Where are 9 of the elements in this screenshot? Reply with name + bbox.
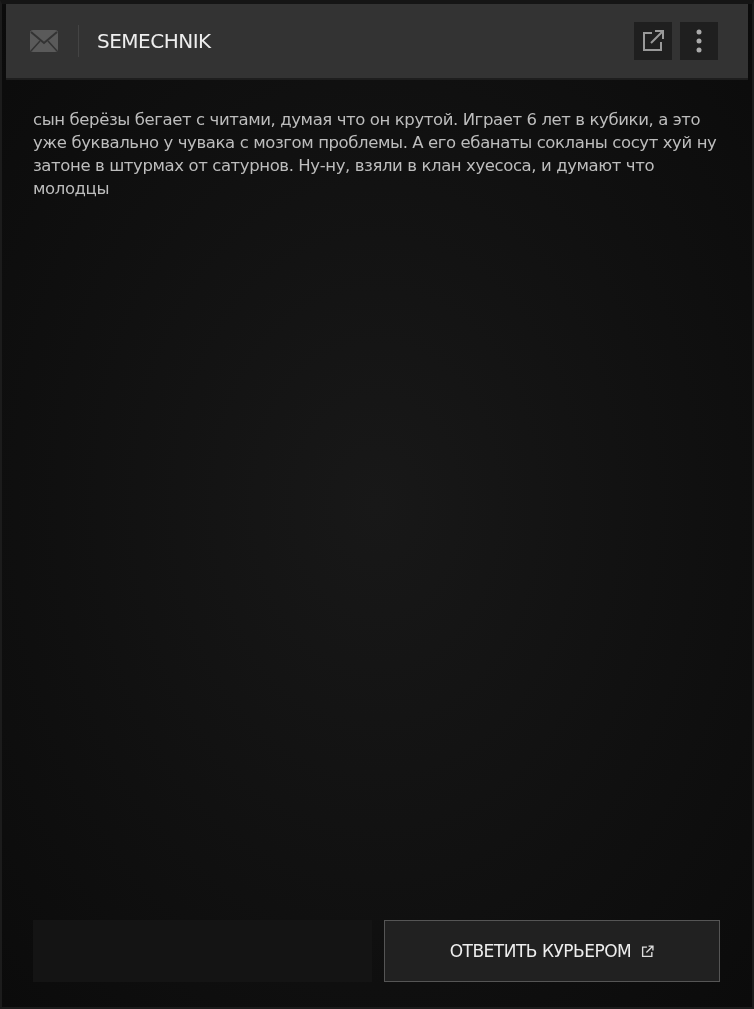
sender-name: SEMECHNIK xyxy=(97,29,212,53)
message-text: сын берёзы бегает с читами, думая что он крутой. Играет 6 лет в кубики, а это уже буквально у чувака с мозгом проблемы. А его ебанаты сокланы сосут хуй ну затоне в штурмах от сатурнов. Ну-ну, взяли в клан хуесоса, и думают что молодцы xyxy=(33,109,718,200)
mail-icon xyxy=(30,30,58,52)
menu-dots-icon xyxy=(696,29,702,53)
external-link-icon xyxy=(641,29,665,53)
open-external-button[interactable] xyxy=(634,22,672,60)
external-link-icon xyxy=(641,944,655,958)
reply-button[interactable]: ОТВЕТИТЬ КУРЬЕРОМ xyxy=(384,920,720,982)
more-options-button[interactable] xyxy=(680,22,718,60)
